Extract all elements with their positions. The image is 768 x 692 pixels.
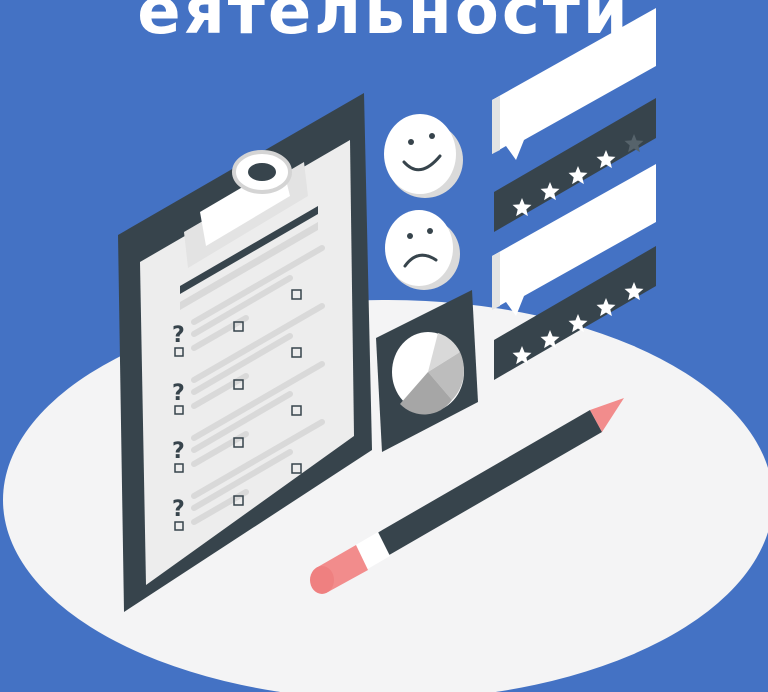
clipboard-clip-hole <box>248 163 276 181</box>
sad-icon <box>385 210 453 286</box>
headline-text: еятельности <box>137 0 631 49</box>
question-mark-icon: ? <box>172 381 185 406</box>
survey-illustration: ???? еятельности <box>0 0 768 692</box>
speech-bubble-1-side <box>492 96 500 154</box>
question-mark-icon: ? <box>172 439 185 464</box>
question-mark-icon: ? <box>172 497 185 522</box>
speech-bubble-2-side <box>492 252 500 310</box>
pencil-eraser-end <box>310 566 334 594</box>
smile-eye-left <box>408 139 414 145</box>
sad-eye-left <box>407 233 413 239</box>
sad-eye-right <box>427 228 433 234</box>
smile-icon <box>384 114 456 194</box>
illustration-canvas: ???? <box>0 0 768 692</box>
question-mark-icon: ? <box>172 323 185 348</box>
smile-eye-right <box>429 133 435 139</box>
